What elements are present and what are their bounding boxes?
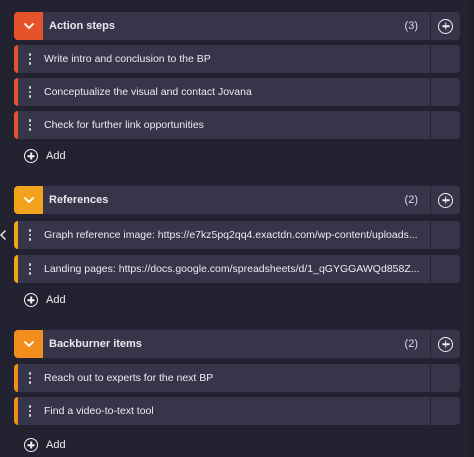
drag-handle-icon[interactable] — [18, 119, 42, 131]
plus-circle-icon — [24, 149, 38, 163]
group-references: References (2) Graph reference image: ht… — [14, 186, 460, 283]
chevron-down-icon — [23, 23, 34, 29]
chevron-down-icon — [23, 197, 34, 203]
group-count: (2) — [404, 338, 418, 350]
item-actions[interactable] — [430, 255, 460, 283]
item-actions[interactable] — [430, 45, 460, 73]
add-label: Add — [46, 150, 66, 162]
item-actions[interactable] — [430, 111, 460, 139]
chevron-down-icon — [23, 341, 34, 347]
group-action-steps: Action steps (3) Write intro and conclus… — [14, 12, 460, 139]
group-toggle-button[interactable] — [14, 12, 43, 40]
plus-circle-icon — [24, 293, 38, 307]
group-header[interactable]: References (2) — [14, 186, 460, 214]
item-text[interactable]: Graph reference image: https://e7kz5pq2q… — [42, 229, 430, 241]
add-label: Add — [46, 294, 66, 306]
drag-handle-icon[interactable] — [18, 53, 42, 65]
group-toggle-button[interactable] — [14, 330, 43, 358]
drag-handle-icon[interactable] — [18, 405, 42, 417]
item-actions[interactable] — [430, 221, 460, 249]
item-actions[interactable] — [430, 397, 460, 425]
list-item[interactable]: Graph reference image: https://e7kz5pq2q… — [14, 221, 460, 249]
drag-handle-icon[interactable] — [18, 229, 42, 241]
group-header[interactable]: Action steps (3) — [14, 12, 460, 40]
chevron-left-icon — [0, 230, 6, 240]
plus-circle-icon — [24, 438, 38, 452]
list-item[interactable]: Conceptualize the visual and contact Jov… — [14, 78, 460, 106]
group-add-button[interactable] — [430, 186, 460, 214]
group-title: Backburner items — [49, 338, 142, 350]
item-text[interactable]: Landing pages: https://docs.google.com/s… — [42, 263, 430, 275]
group-backburner-items: Backburner items (2) Reach out to expert… — [14, 330, 460, 425]
list-item[interactable]: Check for further link opportunities — [14, 111, 460, 139]
add-item-button[interactable]: Add — [24, 148, 66, 164]
checklist-page: Action steps (3) Write intro and conclus… — [0, 0, 474, 457]
plus-circle-icon — [438, 336, 453, 352]
drag-handle-icon[interactable] — [18, 263, 42, 275]
scroll-edge — [466, 0, 474, 457]
group-title: References — [49, 194, 109, 206]
drag-handle-icon[interactable] — [18, 372, 42, 384]
collapse-sidebar-button[interactable] — [0, 228, 6, 242]
group-toggle-button[interactable] — [14, 186, 43, 214]
item-text[interactable]: Check for further link opportunities — [42, 119, 430, 131]
item-actions[interactable] — [430, 78, 460, 106]
group-count: (2) — [404, 194, 418, 206]
list-item[interactable]: Landing pages: https://docs.google.com/s… — [14, 255, 460, 283]
add-item-button[interactable]: Add — [24, 437, 66, 453]
group-count: (3) — [404, 20, 418, 32]
item-text[interactable]: Find a video-to-text tool — [42, 405, 430, 417]
list-item[interactable]: Reach out to experts for the next BP — [14, 364, 460, 392]
item-text[interactable]: Conceptualize the visual and contact Jov… — [42, 86, 430, 98]
item-text[interactable]: Reach out to experts for the next BP — [42, 372, 430, 384]
list-item[interactable]: Write intro and conclusion to the BP — [14, 45, 460, 73]
group-add-button[interactable] — [430, 330, 460, 358]
item-actions[interactable] — [430, 364, 460, 392]
list-item[interactable]: Find a video-to-text tool — [14, 397, 460, 425]
group-header[interactable]: Backburner items (2) — [14, 330, 460, 358]
plus-circle-icon — [438, 18, 453, 34]
group-add-button[interactable] — [430, 12, 460, 40]
group-title: Action steps — [49, 20, 116, 32]
drag-handle-icon[interactable] — [18, 86, 42, 98]
item-text[interactable]: Write intro and conclusion to the BP — [42, 53, 430, 65]
plus-circle-icon — [438, 192, 453, 208]
add-label: Add — [46, 439, 66, 451]
add-item-button[interactable]: Add — [24, 292, 66, 308]
